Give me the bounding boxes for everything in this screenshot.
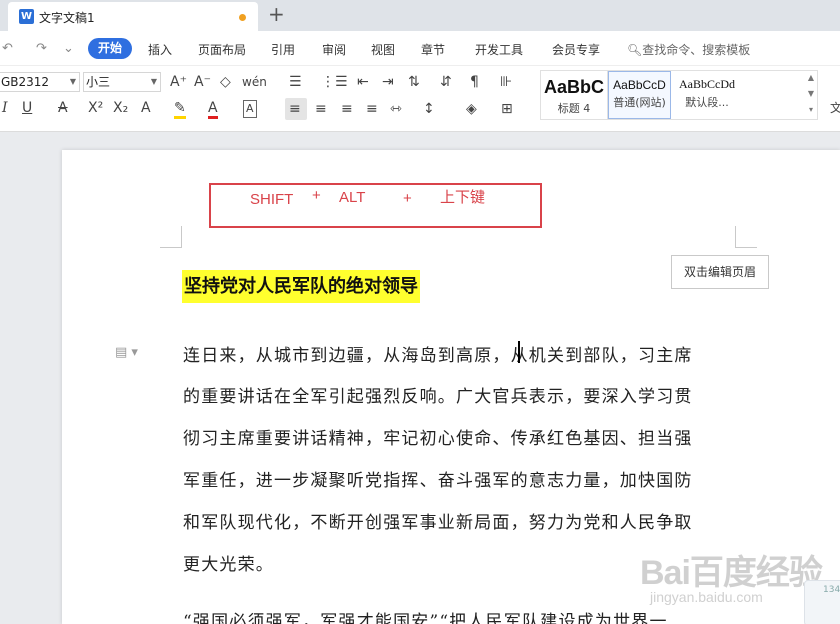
annotation-shift: SHIFT <box>250 191 294 208</box>
grow-font-icon[interactable]: A⁺ <box>170 74 187 90</box>
line-spacing-icon[interactable]: ↕ <box>423 101 435 117</box>
justify-icon[interactable]: ≡ <box>366 101 378 117</box>
watermark-logo: Bai百度经验 <box>640 554 823 592</box>
new-tab-button[interactable]: + <box>268 3 285 25</box>
font-size-select[interactable]: 小三 ▼ <box>83 72 161 92</box>
highlight-icon[interactable]: ✎ <box>174 100 186 119</box>
unsaved-indicator-icon <box>239 14 246 21</box>
chinese-layout-icon[interactable]: ⇅ <box>408 74 420 90</box>
distribute-icon[interactable]: ⇿ <box>390 101 402 117</box>
font-name-value: GB2312 <box>1 75 50 89</box>
paragraph-line[interactable]: 和军队现代化，不断开创强军事业新局面，努力为党和人民争取 <box>183 508 693 533</box>
paragraph-line[interactable]: 的重要讲话在全军引起强烈反响。广大官兵表示，要深入学习贯 <box>183 382 693 407</box>
subscript-icon[interactable]: X₂ <box>113 100 128 116</box>
customize-quick-access-icon[interactable]: ⌄ <box>63 41 74 56</box>
tab-page-layout[interactable]: 页面布局 <box>198 41 246 58</box>
tab-developer[interactable]: 开发工具 <box>475 41 523 58</box>
sort-icon[interactable]: ⇵ <box>440 74 452 90</box>
tab-title: 文字文稿1 <box>39 11 95 25</box>
command-search[interactable]: 🔍︎查找命令、搜索模板 <box>627 41 750 58</box>
clear-format-icon[interactable]: ◇ <box>220 74 231 90</box>
tab-stops-icon[interactable]: ⊪ <box>500 74 512 90</box>
style-sample: AaBbCcDd <box>679 77 735 91</box>
chevron-down-icon: ▼ <box>150 77 157 86</box>
style-sample: AaBbCcD <box>613 78 666 92</box>
annotation-alt: ALT <box>339 189 366 206</box>
decrease-indent-icon[interactable]: ⇤ <box>357 74 369 90</box>
style-gallery: AaBbC 标题 4 AaBbCcD 普通(网站) AaBbCcDd 默认段..… <box>540 70 818 120</box>
font-name-select[interactable]: GB2312 ▼ <box>0 72 80 92</box>
floating-widget[interactable]: 134 <box>804 580 840 624</box>
paragraph-line[interactable]: 更大光荣。 <box>183 550 274 575</box>
paragraph-line[interactable]: “强国必须强军，军强才能国安”“把人民军队建设成为世界一 <box>183 607 668 624</box>
baidu-watermark: Bai百度经验 jingyan.baidu.com <box>640 545 823 605</box>
style-name: 普通(网站) <box>613 96 666 109</box>
undo-icon[interactable]: ↶ <box>2 41 13 56</box>
search-icon: 🔍︎ <box>627 43 643 57</box>
annotation-arrow-keys: 上下键 <box>440 189 486 206</box>
text-direction-icon[interactable]: 文 <box>830 100 840 116</box>
tab-insert[interactable]: 插入 <box>148 41 172 58</box>
style-name: 默认段... <box>685 96 729 109</box>
text-effect-icon[interactable]: A <box>141 100 151 116</box>
tab-member[interactable]: 会员专享 <box>552 41 600 58</box>
character-border-icon[interactable]: A <box>243 100 257 118</box>
borders-icon[interactable]: ⊞ <box>501 101 513 117</box>
font-size-value: 小三 <box>86 75 111 89</box>
paragraph-line[interactable]: 连日来，从城市到边疆，从海岛到高原，从机关到部队，习主席 <box>183 341 693 366</box>
underline-icon[interactable]: U <box>22 100 32 116</box>
bullet-list-icon[interactable]: ☰ <box>289 74 302 90</box>
increase-indent-icon[interactable]: ⇥ <box>382 74 394 90</box>
tab-home[interactable]: 开始 <box>88 38 132 59</box>
style-sample: AaBbC <box>543 77 604 97</box>
style-normal-web[interactable]: AaBbCcD 普通(网站) <box>608 71 671 119</box>
title-bar: W 文字文稿1 + <box>0 0 840 31</box>
tab-section[interactable]: 章节 <box>421 41 445 58</box>
tab-review[interactable]: 审阅 <box>322 41 346 58</box>
tab-references[interactable]: 引用 <box>271 41 295 58</box>
command-search-label: 查找命令、搜索模板 <box>642 43 751 57</box>
show-marks-icon[interactable]: ¶ <box>470 74 479 90</box>
style-gallery-scroll[interactable]: ▲ ▼ ▾ <box>804 70 818 120</box>
align-center-icon[interactable]: ≡ <box>315 101 327 117</box>
document-heading[interactable]: 坚持党对人民军队的绝对领导 <box>182 270 420 303</box>
paragraph-handle-icon[interactable]: ▤ ▾ <box>115 345 138 360</box>
document-tab[interactable]: W 文字文稿1 <box>8 2 258 31</box>
text-cursor <box>518 341 520 363</box>
style-heading4[interactable]: AaBbC 标题 4 <box>541 71 607 119</box>
floating-widget-text: 134 <box>823 585 840 595</box>
redo-icon[interactable]: ↷ <box>36 41 47 56</box>
italic-icon[interactable]: I <box>2 100 8 116</box>
superscript-icon[interactable]: X² <box>88 100 103 116</box>
annotation-plus: + <box>312 187 321 204</box>
align-right-icon[interactable]: ≡ <box>341 101 353 117</box>
style-name: 标题 4 <box>557 102 591 115</box>
margin-corner-mark <box>160 226 182 248</box>
font-color-icon[interactable]: A <box>208 100 218 119</box>
shading-icon[interactable]: ◈ <box>466 101 477 117</box>
paragraph-line[interactable]: 彻习主席重要讲话精神，牢记初心使命、传承红色基因、担当强 <box>183 424 693 449</box>
strikethrough-icon[interactable]: A <box>58 100 68 116</box>
wps-writer-icon: W <box>19 9 34 24</box>
annotation-plus: + <box>403 190 412 207</box>
watermark-url: jingyan.baidu.com <box>650 589 763 605</box>
menu-bar: ↶ ↷ ⌄ 开始 插入 页面布局 引用 审阅 视图 章节 开发工具 会员专享 🔍… <box>0 31 840 66</box>
shrink-font-icon[interactable]: A⁻ <box>194 74 211 90</box>
tab-view[interactable]: 视图 <box>371 41 395 58</box>
paragraph-line[interactable]: 军重任，进一步凝聚听党指挥、奋斗强军的意志力量，加快国防 <box>183 466 693 491</box>
pinyin-guide-icon[interactable]: wén <box>242 74 267 90</box>
style-default-paragraph[interactable]: AaBbCcDd 默认段... <box>672 71 742 119</box>
numbered-list-icon[interactable]: ⋮☰ <box>321 74 348 90</box>
align-left-icon[interactable]: ≡ <box>289 101 301 117</box>
edit-header-button[interactable]: 双击编辑页眉 <box>671 255 769 289</box>
chevron-down-icon: ▼ <box>69 77 76 86</box>
margin-corner-mark <box>735 226 757 248</box>
